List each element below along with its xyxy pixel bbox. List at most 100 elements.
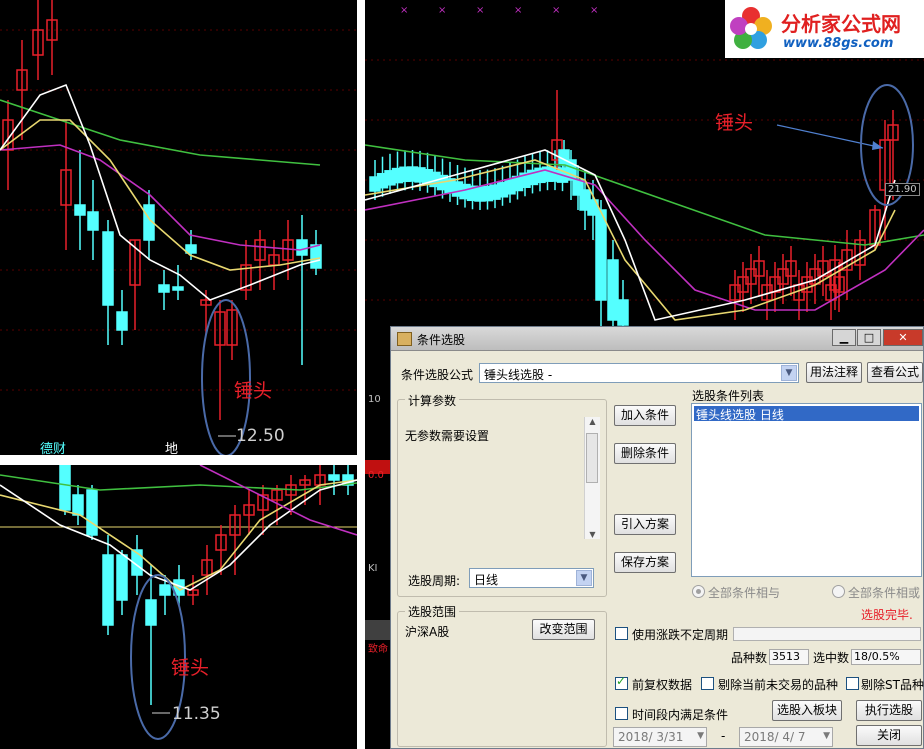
ma-line-green [0, 474, 357, 491]
candle-body [86, 489, 98, 536]
date-from-value: 2018/ 3/31 [618, 730, 684, 744]
candle-body [296, 239, 308, 256]
time-range-checkbox[interactable] [615, 707, 628, 720]
minimize-button[interactable]: ▁ [832, 329, 856, 346]
all-or-radio[interactable] [832, 585, 845, 598]
marker-x: × [590, 5, 598, 16]
condition-list[interactable]: 锤头线选股 日线 [691, 403, 922, 577]
candle-body [74, 204, 86, 216]
range-group-title: 选股范围 [405, 603, 460, 620]
selected-count-label: 选中数 [813, 651, 850, 665]
progress-bar [733, 627, 921, 641]
candle-body [158, 284, 170, 293]
close-button[interactable]: 关闭 [856, 725, 922, 746]
candle-body [145, 599, 157, 626]
candle-body [87, 211, 99, 231]
flower-logo-icon [730, 7, 772, 49]
window-icon [397, 332, 412, 346]
usage-notes-button[interactable]: 用法注释 [806, 362, 862, 383]
change-range-button[interactable]: 改变范围 [532, 619, 595, 640]
hammer-annotation-3: 锤头 [715, 112, 754, 134]
bg-label-0: 0.0 [368, 470, 384, 481]
candle-body [617, 299, 629, 326]
candle-body [59, 465, 71, 511]
exclude-st-label[interactable]: 剔除ST品种 [861, 676, 924, 693]
exclude-untraded-checkbox[interactable] [701, 677, 714, 690]
import-scheme-button[interactable]: 引入方案 [614, 514, 676, 535]
price-label-high: 21.90 [885, 183, 920, 196]
candle-body [159, 584, 171, 596]
candlestick-chart [0, 0, 357, 455]
status-text: 选股完毕. [861, 608, 913, 622]
candle-body [172, 286, 184, 291]
marker-x: × [400, 5, 408, 16]
params-group-title: 计算参数 [405, 392, 460, 409]
formula-select[interactable]: 锤头线选股 - ▼ [479, 363, 799, 383]
chart-panel-bottom-left: 锤头 11.35 [0, 465, 357, 749]
ma-line-white [0, 83, 321, 301]
delete-condition-button[interactable]: 删除条件 [614, 443, 676, 464]
bottom-tag-b: 地 [165, 442, 179, 455]
chevron-down-icon[interactable]: ▼ [576, 570, 592, 586]
date-to-value: 2018/ 4/ 7 [744, 730, 806, 744]
ma-line-green [0, 99, 321, 166]
all-and-label[interactable]: 全部条件相与 [708, 584, 780, 601]
candle-body [310, 244, 322, 269]
params-text: 无参数需要设置 [405, 429, 490, 443]
period-select[interactable]: 日线 ▼ [469, 568, 594, 588]
candle-body [595, 209, 607, 301]
close-window-button[interactable]: ✕ [883, 329, 923, 346]
all-or-label[interactable]: 全部条件相或 [848, 584, 920, 601]
bg-label-10: 10 [368, 394, 381, 405]
marker-x: × [552, 5, 560, 16]
formula-label: 条件选股公式 [401, 368, 474, 382]
execute-screening-button[interactable]: 执行选股 [856, 700, 922, 721]
candle-body [607, 259, 619, 321]
view-formula-button[interactable]: 查看公式 [867, 362, 923, 383]
uncertain-period-label[interactable]: 使用涨跌不定周期 [632, 626, 728, 643]
annotation-arrow [776, 124, 884, 149]
candle-body [102, 231, 114, 306]
forward-adjust-checkbox[interactable] [615, 674, 628, 690]
forward-adjust-label[interactable]: 前复权数据 [632, 676, 692, 693]
chevron-down-icon[interactable]: ▼ [781, 365, 797, 381]
range-value: 沪深A股 [405, 625, 450, 639]
add-condition-button[interactable]: 加入条件 [614, 405, 676, 426]
ma-line-green [365, 144, 924, 246]
selected-count-field: 18/0.5% [851, 649, 921, 665]
dialog-title: 条件选股 [417, 333, 466, 347]
exclude-untraded-label[interactable]: 剔除当前未交易的品种 [718, 676, 838, 693]
all-and-radio[interactable] [692, 585, 705, 598]
logo-url: www.88gs.com [783, 36, 894, 51]
params-scrollbar[interactable]: ▲ ▼ [584, 417, 600, 539]
arrow-head [872, 141, 883, 150]
date-separator: - [721, 729, 726, 743]
chevron-down-icon[interactable]: ▼ [823, 731, 830, 741]
candle-body [116, 311, 128, 331]
chevron-down-icon[interactable]: ▼ [697, 731, 704, 741]
exclude-st-checkbox[interactable] [846, 677, 859, 690]
time-range-label[interactable]: 时间段内满足条件 [632, 706, 728, 723]
stock-count-field: 3513 [769, 649, 809, 665]
uncertain-period-checkbox[interactable] [615, 627, 628, 640]
add-to-board-button[interactable]: 选股入板块 [772, 700, 842, 721]
price-label-low-2: 11.35 [172, 704, 221, 724]
candle-body [102, 554, 114, 626]
stock-screener-dialog: 条件选股 ▁ □ ✕ 条件选股公式 锤头线选股 - ▼ 用法注释 查看公式 计算… [390, 326, 924, 749]
condition-list-item[interactable]: 锤头线选股 日线 [694, 406, 919, 422]
candle-body [328, 474, 340, 481]
bottom-tag-a: 德财 [40, 442, 67, 455]
maximize-button[interactable]: □ [857, 329, 881, 346]
period-label: 选股周期: [408, 574, 461, 588]
date-from-picker[interactable]: 2018/ 3/31 ▼ [613, 727, 707, 747]
save-scheme-button[interactable]: 保存方案 [614, 552, 676, 573]
marker-x: × [476, 5, 484, 16]
date-to-picker[interactable]: 2018/ 4/ 7 ▼ [739, 727, 833, 747]
site-logo: 分析家公式网 www.88gs.com [725, 0, 924, 58]
logo-name: 分析家公式网 [781, 12, 901, 36]
period-select-value: 日线 [474, 573, 499, 587]
chart-panel-top-left: 锤头 12.50 德财 地 [0, 0, 357, 455]
candle-body [116, 554, 128, 601]
dialog-titlebar[interactable]: 条件选股 ▁ □ ✕ [391, 327, 923, 351]
bg-label-ki: KI [368, 563, 378, 574]
